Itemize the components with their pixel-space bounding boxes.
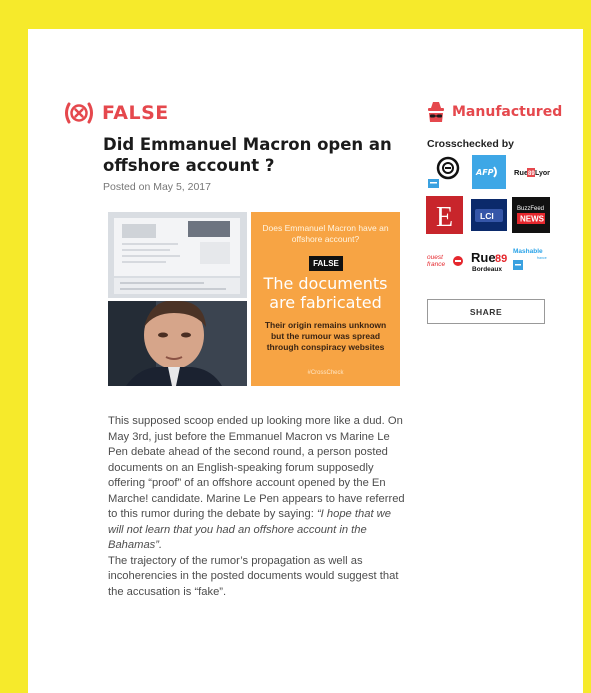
svg-text:Rue: Rue: [514, 168, 528, 177]
svg-text:NEWS: NEWS: [520, 215, 545, 224]
svg-text:Mashable: Mashable: [513, 248, 543, 255]
logo-ouest-france[interactable]: ouest france: [426, 250, 464, 270]
svg-text:E: E: [436, 202, 453, 233]
logo-mashable[interactable]: Mashable france: [512, 246, 550, 272]
crosschecked-label: Crosschecked by: [427, 138, 514, 150]
spy-hat-icon: [428, 102, 444, 122]
logo-lexpress[interactable]: E: [426, 196, 463, 234]
body-paragraph-1: This supposed scoop ended up looking mor…: [108, 415, 405, 520]
svg-text:BuzzFeed: BuzzFeed: [517, 206, 544, 212]
verdict-label: FALSE: [102, 102, 169, 124]
logo-france24[interactable]: [427, 155, 464, 189]
side-tab-2: [0, 414, 10, 450]
x-circle-icon: [65, 102, 93, 124]
status-label: Manufactured: [452, 104, 563, 120]
share-button[interactable]: SHARE: [427, 299, 545, 324]
fact-card-subtext: Their origin remains unknown but the rum…: [264, 320, 387, 352]
document-photo: [108, 212, 247, 298]
portrait-photo: [108, 301, 247, 386]
status-header: Manufactured: [427, 101, 562, 123]
body-paragraph-2: The trajectory of the rumor’s propagatio…: [108, 554, 399, 598]
svg-text:Rue: Rue: [471, 250, 496, 265]
post-date: Posted on May 5, 2017: [103, 181, 211, 193]
svg-text:ouest: ouest: [427, 254, 444, 261]
svg-text:france: france: [537, 256, 547, 260]
logo-rue89-lyon[interactable]: Rue 89 Lyon: [512, 161, 550, 183]
side-tab-1: [0, 381, 10, 409]
side-tab-3: [0, 460, 10, 498]
fact-card-brand: #CrossCheck: [307, 370, 344, 376]
logo-buzzfeed-news[interactable]: BuzzFeed NEWS: [512, 197, 550, 233]
logo-afp[interactable]: AFP: [472, 155, 506, 189]
svg-text:89: 89: [495, 253, 507, 265]
page-title: Did Emmanuel Macron open an offshore acc…: [103, 135, 392, 175]
fact-card-image: Does Emmanuel Macron have an offshore ac…: [251, 212, 400, 386]
verdict-header: FALSE: [62, 102, 169, 124]
article-body: This supposed scoop ended up looking mor…: [108, 414, 408, 600]
logo-rue89-bordeaux[interactable]: Rue 89 Bordeaux: [469, 245, 507, 275]
svg-text:france: france: [427, 261, 445, 268]
fact-card-badge: FALSE: [309, 256, 343, 271]
svg-text:Lyon: Lyon: [535, 170, 550, 177]
fact-card-headline: The documents are fabricated: [263, 274, 388, 312]
svg-text:Bordeaux: Bordeaux: [472, 266, 502, 273]
fact-card-question: Does Emmanuel Macron have an offshore ac…: [262, 223, 389, 244]
logo-lci[interactable]: LCI: [471, 199, 507, 231]
svg-text:LCI: LCI: [480, 211, 494, 221]
svg-text:AFP: AFP: [475, 168, 494, 177]
